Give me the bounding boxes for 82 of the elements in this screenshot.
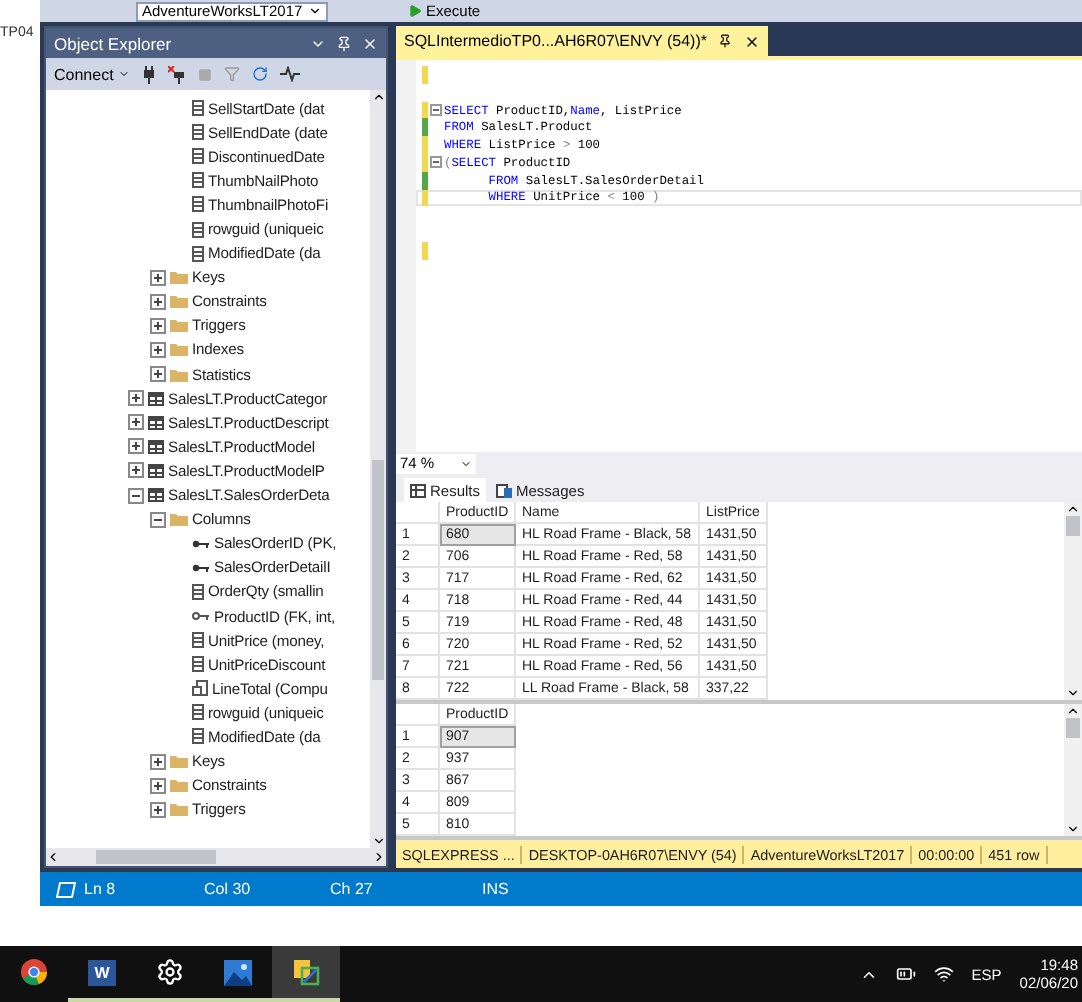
document-tab[interactable]: SQLIntermedioTP0...AH6R07\ENVY (54))* xyxy=(396,26,769,56)
key-icon xyxy=(192,537,210,550)
status-text: Ch 27 xyxy=(330,880,375,898)
scroll-thumb[interactable] xyxy=(96,850,216,864)
expand-icon[interactable] xyxy=(149,801,165,818)
column-icon xyxy=(192,124,204,141)
refresh-icon[interactable] xyxy=(251,66,268,82)
column-icon xyxy=(192,100,204,117)
key-icon xyxy=(192,610,210,623)
scroll-down-icon[interactable] xyxy=(1066,686,1080,700)
table-icon xyxy=(148,463,164,478)
table-icon xyxy=(148,415,164,430)
column-icon xyxy=(192,245,204,262)
scroll-right-icon[interactable] xyxy=(372,850,386,864)
expand-icon[interactable] xyxy=(149,341,165,358)
scroll-up-icon[interactable] xyxy=(371,90,385,104)
expand-icon[interactable] xyxy=(149,317,165,334)
folder-icon xyxy=(170,512,188,527)
scroll-down-icon[interactable] xyxy=(371,834,385,848)
expand-icon[interactable] xyxy=(127,438,143,455)
wifi-icon[interactable] xyxy=(933,964,954,984)
close-icon[interactable] xyxy=(744,33,761,49)
column-icon xyxy=(192,704,204,721)
expand-icon[interactable] xyxy=(149,269,165,286)
app-icon xyxy=(292,958,320,986)
expand-icon[interactable] xyxy=(149,777,165,794)
column-icon xyxy=(192,583,204,600)
column-icon xyxy=(192,196,204,213)
expand-icon[interactable] xyxy=(127,390,143,407)
table-icon xyxy=(148,391,164,406)
caret-icon xyxy=(308,4,322,18)
scroll-thumb[interactable] xyxy=(1066,516,1080,536)
column-icon xyxy=(192,632,204,649)
column-icon xyxy=(192,656,204,673)
status-text: INS xyxy=(482,880,511,898)
expand-icon[interactable] xyxy=(149,753,165,770)
play-icon xyxy=(408,4,422,18)
status-text: Ln 8 xyxy=(84,880,118,898)
computed-column-icon xyxy=(192,680,208,697)
column-icon xyxy=(192,148,204,165)
caret-icon xyxy=(460,457,472,469)
expand-icon[interactable] xyxy=(127,462,143,479)
expand-icon[interactable] xyxy=(127,414,143,431)
scroll-left-icon[interactable] xyxy=(46,850,60,864)
close-icon[interactable] xyxy=(362,35,378,51)
message-icon xyxy=(496,483,513,497)
taskbar-app[interactable]: W xyxy=(68,946,136,1002)
word-icon: W xyxy=(88,959,116,985)
grid-icon xyxy=(410,483,426,497)
grid-corner xyxy=(396,502,440,524)
photo-icon xyxy=(224,959,252,985)
scroll-up-icon[interactable] xyxy=(1066,502,1080,516)
caret-icon xyxy=(117,68,130,80)
key-icon xyxy=(192,561,210,574)
column-icon xyxy=(192,172,204,189)
activity-icon[interactable] xyxy=(279,66,300,82)
plug-icon[interactable] xyxy=(141,65,156,83)
connect-button[interactable]: Connect xyxy=(54,65,130,83)
scroll-up-icon[interactable] xyxy=(1066,704,1080,718)
scroll-down-icon[interactable] xyxy=(1066,822,1080,836)
scroll-thumb[interactable] xyxy=(1066,718,1080,738)
pin-icon[interactable] xyxy=(718,34,733,48)
pin-icon[interactable] xyxy=(336,35,352,51)
table-icon xyxy=(148,488,164,503)
scroll-thumb[interactable] xyxy=(372,459,384,679)
settings-icon xyxy=(156,958,184,986)
panel-title: Object Explorer xyxy=(54,33,174,53)
column-icon xyxy=(192,221,204,238)
collapse-icon[interactable] xyxy=(430,103,442,116)
status-text: Col 30 xyxy=(204,880,253,898)
browser-icon xyxy=(20,958,48,986)
edit-icon xyxy=(56,881,76,897)
table-icon xyxy=(148,439,164,454)
collapse-icon[interactable] xyxy=(127,487,143,504)
battery-icon[interactable] xyxy=(895,964,916,984)
column-icon xyxy=(192,728,204,745)
collapse-icon[interactable] xyxy=(149,511,165,528)
disconnect-icon[interactable] xyxy=(167,65,186,83)
expand-icon[interactable] xyxy=(149,366,165,383)
taskbar-app[interactable] xyxy=(272,946,340,1002)
collapse-icon[interactable] xyxy=(430,156,442,169)
expand-icon[interactable] xyxy=(149,293,165,310)
